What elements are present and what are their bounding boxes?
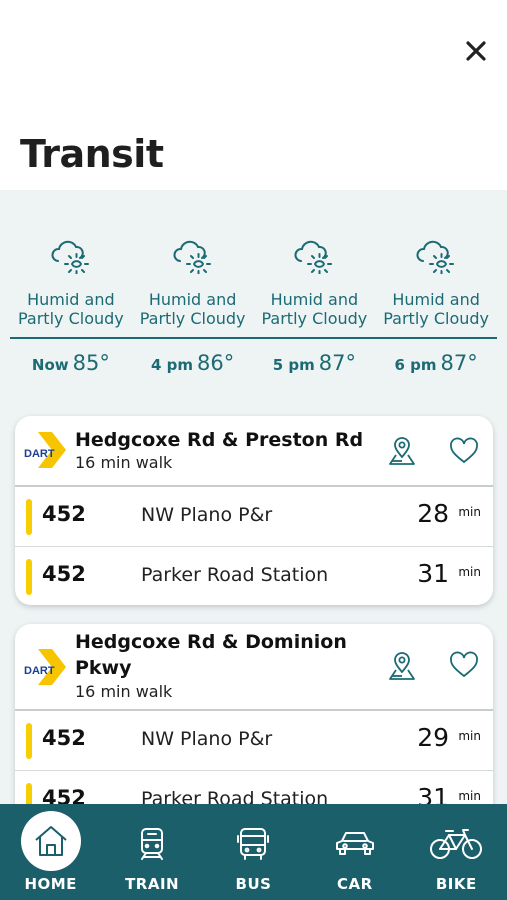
favorite-button[interactable] xyxy=(449,651,479,679)
route-color-bar xyxy=(26,783,32,804)
map-button[interactable] xyxy=(387,436,417,466)
nav-label: CAR xyxy=(337,875,373,893)
arrival-time: 28 xyxy=(417,499,449,528)
weather-forecast: Humid and Partly Cloudy Humid and Partly… xyxy=(10,234,497,375)
weather-time: Now xyxy=(31,356,69,374)
car-icon xyxy=(335,832,374,855)
arrival-time: 31 xyxy=(417,783,449,804)
temperature: 85° xyxy=(72,351,110,375)
close-icon xyxy=(466,41,486,61)
route-number: 452 xyxy=(42,786,86,804)
weather-condition: Humid and Partly Cloudy xyxy=(17,290,124,328)
route-row[interactable]: 452 NW Plano P&r 28 min xyxy=(15,487,493,546)
weather-temp: Now 85° xyxy=(10,351,132,375)
bus-icon xyxy=(237,828,270,860)
walk-time: 16 min walk xyxy=(75,682,173,701)
route-row[interactable]: 452 Parker Road Station 31 min xyxy=(15,770,493,804)
page-title: Transit xyxy=(20,132,164,176)
temperature: 87° xyxy=(440,351,478,375)
nav-label: BIKE xyxy=(435,875,477,893)
dart-logo: DART xyxy=(24,649,66,685)
nav-label: TRAIN xyxy=(125,875,180,893)
arrival-unit: min xyxy=(458,565,481,579)
weather-time: 5 pm xyxy=(272,356,315,374)
train-icon xyxy=(141,828,164,860)
route-color-bar xyxy=(26,559,32,595)
arrival-unit: min xyxy=(458,729,481,743)
svg-text:DART: DART xyxy=(24,448,55,460)
arrival-time: 29 xyxy=(417,723,449,752)
weather-temp: 6 pm 87° xyxy=(375,351,497,375)
close-button[interactable] xyxy=(461,36,491,66)
partly-cloudy-icon xyxy=(416,240,455,274)
route-color-bar xyxy=(26,499,32,535)
heart-icon xyxy=(450,651,478,678)
weather-temp: 5 pm 87° xyxy=(254,351,376,375)
route-row[interactable]: 452 Parker Road Station 31 min xyxy=(15,546,493,605)
weather-condition: Humid and Partly Cloudy xyxy=(261,290,368,328)
route-destination: NW Plano P&r xyxy=(141,728,273,750)
temperature: 87° xyxy=(318,351,356,375)
route-destination: NW Plano P&r xyxy=(141,504,273,526)
route-color-bar xyxy=(26,723,32,759)
map-pin-icon xyxy=(389,437,415,465)
dart-logo: DART xyxy=(24,432,66,468)
nav-bus[interactable]: BUS xyxy=(203,804,304,900)
heart-icon xyxy=(450,437,478,464)
stop-card[interactable]: DART Hedgcoxe Rd & Dominion Pkwy 16 min … xyxy=(15,624,493,804)
weather-item: Humid and Partly Cloudy xyxy=(254,234,376,328)
weather-condition: Humid and Partly Cloudy xyxy=(139,290,246,328)
stop-card-header[interactable]: DART Hedgcoxe Rd & Preston Rd 16 min wal… xyxy=(15,416,493,487)
weather-item: Humid and Partly Cloudy xyxy=(10,234,132,328)
nav-car[interactable]: CAR xyxy=(304,804,405,900)
nav-home[interactable]: HOME xyxy=(0,804,101,900)
route-number: 452 xyxy=(42,502,86,526)
route-number: 452 xyxy=(42,562,86,586)
bike-icon xyxy=(430,829,483,859)
weather-item: Humid and Partly Cloudy xyxy=(375,234,497,328)
arrival-unit: min xyxy=(458,505,481,519)
stop-card[interactable]: DART Hedgcoxe Rd & Preston Rd 16 min wal… xyxy=(15,416,493,605)
route-destination: Parker Road Station xyxy=(141,788,329,804)
arrival-unit: min xyxy=(458,789,481,803)
partly-cloudy-icon xyxy=(51,240,89,274)
arrival-time: 31 xyxy=(417,559,449,588)
map-button[interactable] xyxy=(387,651,417,681)
bottom-nav: HOME TRAIN BUS CAR BIKE xyxy=(0,804,507,900)
weather-item: Humid and Partly Cloudy xyxy=(132,234,254,328)
weather-time: 4 pm xyxy=(150,356,194,374)
partly-cloudy-icon xyxy=(294,240,333,274)
route-number: 452 xyxy=(42,726,86,750)
home-icon xyxy=(35,826,67,856)
weather-condition: Humid and Partly Cloudy xyxy=(383,290,489,328)
nav-label: BUS xyxy=(235,875,272,893)
nav-label: HOME xyxy=(24,875,77,893)
stop-name: Hedgcoxe Rd & Dominion Pkwy xyxy=(75,631,347,679)
main-content[interactable]: Humid and Partly Cloudy Humid and Partly… xyxy=(0,190,507,804)
temperature: 86° xyxy=(197,351,235,375)
route-destination: Parker Road Station xyxy=(141,564,329,586)
route-row[interactable]: 452 NW Plano P&r 29 min xyxy=(15,711,493,770)
weather-temp: 4 pm 86° xyxy=(132,351,254,375)
stop-card-header[interactable]: DART Hedgcoxe Rd & Dominion Pkwy 16 min … xyxy=(15,624,493,711)
weather-time: 6 pm xyxy=(394,356,437,374)
nav-train[interactable]: TRAIN xyxy=(101,804,202,900)
header: Transit xyxy=(0,0,507,190)
svg-text:DART: DART xyxy=(24,665,55,677)
partly-cloudy-icon xyxy=(173,240,211,274)
favorite-button[interactable] xyxy=(449,437,479,465)
stop-name: Hedgcoxe Rd & Preston Rd xyxy=(75,429,364,451)
nav-bike[interactable]: BIKE xyxy=(406,804,507,900)
weather-divider xyxy=(10,337,497,339)
walk-time: 16 min walk xyxy=(75,453,173,472)
map-pin-icon xyxy=(389,652,415,680)
